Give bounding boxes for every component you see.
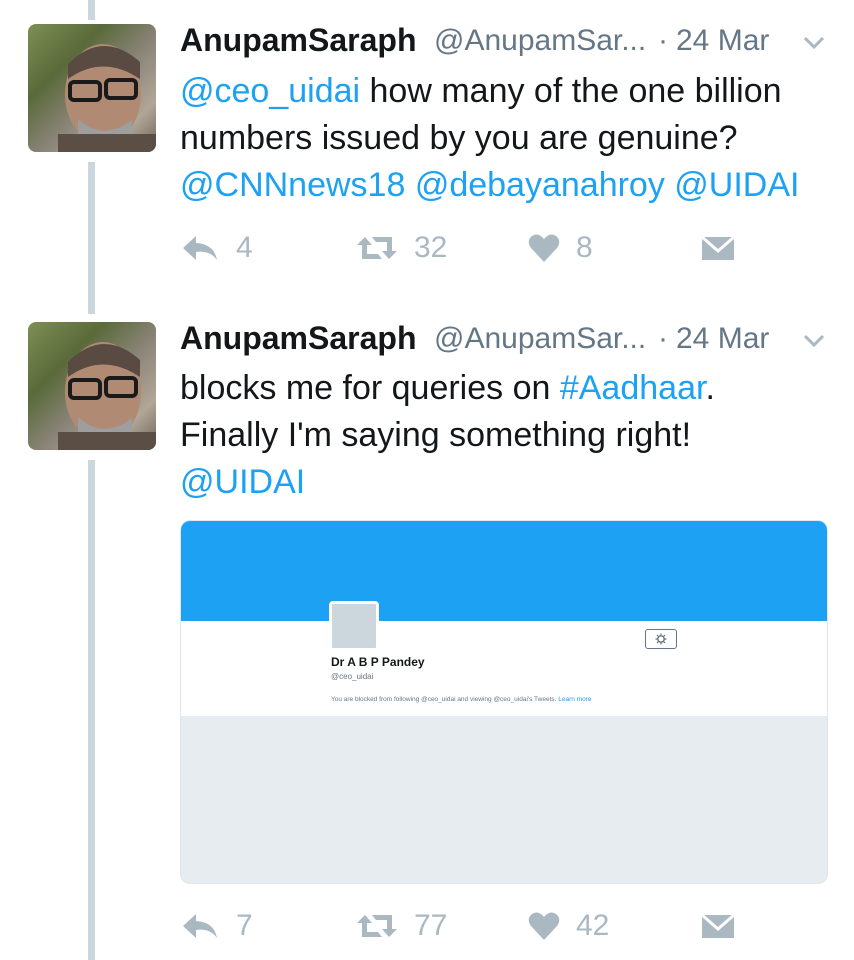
learn-more-link: Learn more — [558, 696, 592, 703]
tweet[interactable]: AnupamSaraph @AnupamSar... · 24 Mar @ceo… — [0, 0, 854, 300]
attached-image[interactable]: Dr A B P Pandey @ceo_uidai You are block… — [180, 520, 828, 884]
mention-link[interactable]: @ceo_uidai — [180, 72, 360, 110]
direct-message-icon — [701, 235, 735, 260]
retweet-icon — [357, 237, 397, 259]
tweet-text-line: @CNNnews18 @debayanahroy @UIDAI — [180, 162, 820, 209]
profile-handle: @ceo_uidai — [331, 672, 374, 681]
tweet-text-segment: how many of the one billion — [360, 72, 782, 110]
tweet-actions: 7 77 42 — [180, 906, 780, 946]
tweet-date[interactable]: 24 Mar — [676, 322, 769, 356]
mention-link[interactable]: @UIDAI — [180, 463, 305, 501]
chevron-down-icon[interactable] — [802, 332, 826, 350]
like-icon — [528, 234, 560, 262]
tweet-date[interactable]: 24 Mar — [676, 24, 769, 58]
reply-button[interactable]: 4 — [180, 228, 253, 268]
profile-avatar — [329, 601, 379, 651]
tweet-header: AnupamSaraph @AnupamSar... · 24 Mar — [180, 22, 830, 62]
retweet-count: 32 — [414, 231, 448, 264]
tweet-text-segment: . — [705, 369, 715, 407]
gear-icon — [655, 633, 667, 645]
like-button[interactable]: 42 — [528, 906, 609, 946]
tweet-text: blocks me for queries on #Aadhaar. Finall… — [180, 365, 820, 506]
tweet-text-segment: Finally I'm saying something right! — [180, 416, 692, 454]
reply-icon — [183, 236, 217, 260]
hashtag-link[interactable]: #Aadhaar — [560, 369, 706, 407]
retweet-button[interactable]: 32 — [356, 228, 447, 268]
author-handle[interactable]: @AnupamSar... — [434, 322, 646, 356]
retweet-button[interactable]: 77 — [356, 906, 447, 946]
like-button[interactable]: 8 — [528, 228, 593, 268]
like-icon — [528, 912, 560, 940]
tweet-header: AnupamSaraph @AnupamSar... · 24 Mar — [180, 320, 830, 360]
like-count: 8 — [576, 231, 593, 264]
profile-name: Dr A B P Pandey — [331, 655, 425, 669]
reply-icon — [183, 914, 217, 938]
reply-button[interactable]: 7 — [180, 906, 253, 946]
tweet-text-segment: blocks me for queries on — [180, 369, 560, 407]
tweet-text-line: blocks me for queries on #Aadhaar. — [180, 365, 820, 412]
gear-button — [645, 629, 677, 649]
tweet-text-line: Finally I'm saying something right! — [180, 412, 820, 459]
blocked-notice: You are blocked from following @ceo_uida… — [331, 696, 592, 703]
reply-count: 4 — [236, 231, 253, 264]
avatar[interactable] — [28, 322, 156, 450]
separator-dot: · — [658, 24, 668, 57]
tweet-text-line: numbers issued by you are genuine? — [180, 115, 820, 162]
author-name[interactable]: AnupamSaraph — [180, 320, 416, 357]
author-name[interactable]: AnupamSaraph — [180, 22, 416, 59]
tweet-text: @ceo_uidai how many of the one billion nu… — [180, 68, 820, 209]
direct-message-button[interactable] — [700, 906, 736, 946]
blocked-notice-text: You are blocked from following @ceo_uida… — [331, 696, 557, 703]
direct-message-button[interactable] — [700, 228, 736, 268]
direct-message-icon — [701, 913, 735, 938]
separator-dot: · — [658, 322, 668, 355]
retweet-count: 77 — [414, 909, 448, 942]
author-handle[interactable]: @AnupamSar... — [434, 24, 646, 58]
tweet-text-segment: numbers issued by you are genuine? — [180, 119, 738, 157]
reply-count: 7 — [236, 909, 253, 942]
tweet-actions: 4 32 8 — [180, 228, 780, 268]
avatar[interactable] — [28, 24, 156, 152]
like-count: 42 — [576, 909, 610, 942]
tweet-text-line: @ceo_uidai how many of the one billion — [180, 68, 820, 115]
retweet-icon — [357, 915, 397, 937]
chevron-down-icon[interactable] — [802, 34, 826, 52]
tweet-text-line: @UIDAI — [180, 459, 820, 506]
profile-banner — [181, 521, 827, 621]
mention-link[interactable]: @CNNnews18 @debayanahroy @UIDAI — [180, 166, 799, 204]
